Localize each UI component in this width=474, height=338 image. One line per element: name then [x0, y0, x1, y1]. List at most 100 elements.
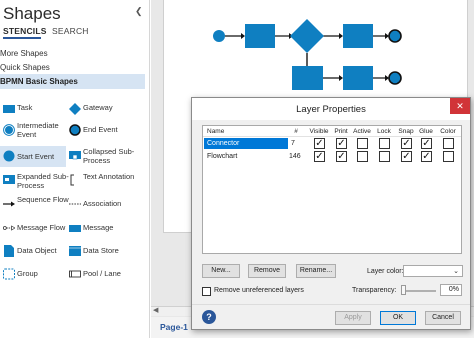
shape-collapsed-subprocess[interactable]: Collapsed Sub-Process	[66, 146, 146, 170]
diagram-end-event[interactable]	[388, 71, 402, 85]
apply-button[interactable]: Apply	[335, 311, 371, 325]
checkbox-visible-connector[interactable]: ✓	[314, 138, 325, 149]
tab-stencils[interactable]: STENCILS	[3, 26, 47, 36]
checkbox-active-flowchart[interactable]	[357, 151, 368, 162]
layer-properties-dialog: Layer Properties ✕ Name # Visible Print …	[191, 97, 471, 330]
message-flow-icon	[3, 225, 15, 231]
diagram-task[interactable]	[292, 66, 323, 90]
scroll-left-icon[interactable]: ◀	[153, 306, 158, 314]
diagram-start-event[interactable]	[213, 30, 225, 42]
dialog-title: Layer Properties	[296, 104, 366, 115]
checkbox-glue-flowchart[interactable]: ✓	[421, 151, 432, 162]
checkbox-snap-connector[interactable]: ✓	[401, 138, 412, 149]
diagram-task[interactable]	[245, 24, 275, 48]
remove-unreferenced-label: Remove unreferenced layers	[214, 287, 304, 294]
layer-name-connector[interactable]: Connector	[204, 138, 288, 149]
text-annotation-icon	[70, 174, 74, 186]
transparency-slider[interactable]	[404, 290, 436, 292]
shape-message-flow[interactable]: Message Flow	[0, 218, 66, 242]
shape-label: Text Annotation	[83, 172, 135, 181]
chevron-left-icon[interactable]: ❮	[135, 6, 143, 17]
help-icon[interactable]: ?	[202, 310, 216, 324]
end-event-icon	[69, 124, 81, 136]
page-tab[interactable]: Page-1	[160, 322, 188, 332]
shape-start-event[interactable]: Start Event	[0, 146, 66, 167]
shape-label: Start Event	[17, 152, 55, 161]
layer-color-label: Layer color:	[367, 268, 404, 275]
checkbox-print-flowchart[interactable]: ✓	[336, 151, 347, 162]
checkbox-lock-connector[interactable]	[379, 138, 390, 149]
checkbox-snap-flowchart[interactable]: ✓	[401, 151, 412, 162]
shape-intermediate-event[interactable]: Intermediate Event	[0, 120, 66, 144]
diagram-gateway[interactable]	[290, 19, 324, 53]
data-object-icon	[4, 245, 14, 257]
shape-text-annotation[interactable]: Text Annotation	[66, 171, 146, 195]
shape-data-object[interactable]: Data Object	[0, 241, 66, 265]
quick-shapes-menu[interactable]: Quick Shapes	[0, 63, 50, 72]
checkbox-visible-flowchart[interactable]: ✓	[314, 151, 325, 162]
shape-label: Task	[17, 103, 33, 112]
shape-group[interactable]: Group	[0, 264, 66, 288]
checkbox-color-connector[interactable]	[443, 138, 454, 149]
shape-label: Message	[83, 223, 114, 232]
shape-label: End Event	[83, 125, 118, 134]
shape-data-store[interactable]: Data Store	[66, 241, 146, 265]
shapes-pane: Shapes ❮ STENCILS SEARCH More Shapes Qui…	[0, 0, 150, 338]
pool-lane-icon	[69, 270, 81, 278]
shape-label: Data Object	[17, 246, 57, 255]
col-header-color: Color	[440, 128, 456, 135]
remove-unreferenced-checkbox[interactable]	[202, 287, 211, 296]
shape-sequence-flow[interactable]: Sequence Flow	[0, 194, 69, 218]
col-header-name: Name	[207, 128, 225, 135]
message-icon	[69, 225, 81, 232]
checkbox-glue-connector[interactable]: ✓	[421, 138, 432, 149]
rename-layer-button[interactable]: Rename...	[296, 264, 336, 278]
checkbox-print-connector[interactable]: ✓	[336, 138, 347, 149]
col-header-count: #	[294, 128, 298, 135]
cancel-button[interactable]: Cancel	[425, 311, 461, 325]
transparency-slider-thumb[interactable]	[401, 285, 406, 295]
expanded-subprocess-icon	[3, 175, 15, 184]
shape-label: Message Flow	[17, 223, 66, 232]
diagram-task[interactable]	[343, 24, 373, 48]
col-header-glue: Glue	[419, 128, 433, 135]
transparency-input[interactable]: 0%	[440, 284, 462, 296]
stencil-bpmn-basic-shapes[interactable]: BPMN Basic Shapes	[0, 74, 145, 89]
checkbox-color-flowchart[interactable]	[443, 151, 454, 162]
remove-layer-button[interactable]: Remove	[248, 264, 286, 278]
checkbox-active-connector[interactable]	[357, 138, 368, 149]
shape-end-event[interactable]: End Event	[66, 120, 146, 144]
sequence-flow-icon	[3, 201, 15, 207]
close-icon[interactable]: ✕	[450, 98, 470, 114]
col-header-visible: Visible	[309, 128, 329, 135]
shape-association[interactable]: Association	[66, 194, 146, 218]
shape-gateway[interactable]: Gateway	[66, 98, 146, 122]
tab-underline	[3, 37, 41, 39]
checkbox-lock-flowchart[interactable]	[379, 151, 390, 162]
dialog-titlebar[interactable]: Layer Properties ✕	[192, 98, 470, 120]
layer-table[interactable]: Name # Visible Print Active Lock Snap Gl…	[202, 125, 462, 254]
shape-label: Intermediate Event	[17, 121, 59, 139]
new-layer-button[interactable]: New...	[202, 264, 240, 278]
dialog-footer-divider	[192, 304, 470, 305]
more-shapes-menu[interactable]: More Shapes	[0, 49, 48, 58]
layer-name-flowchart[interactable]: Flowchart	[204, 151, 288, 162]
shape-label: Expanded Sub-Process	[17, 172, 69, 190]
layer-count: 146	[289, 153, 301, 160]
col-header-active: Active	[353, 128, 371, 135]
ok-button[interactable]: OK	[380, 311, 416, 325]
shape-pool-lane[interactable]: Pool / Lane	[66, 264, 146, 288]
col-header-lock: Lock	[377, 128, 391, 135]
shape-label: Association	[83, 199, 122, 208]
diagram-task[interactable]	[343, 66, 373, 90]
shape-message[interactable]: Message	[66, 218, 146, 242]
shape-expanded-subprocess[interactable]: Expanded Sub-Process	[0, 171, 69, 195]
layer-color-select[interactable]: ⌄	[403, 265, 463, 277]
diagram-end-event[interactable]	[388, 29, 402, 43]
collapsed-subprocess-icon	[69, 151, 81, 160]
tab-search[interactable]: SEARCH	[52, 26, 89, 36]
start-event-icon	[3, 150, 15, 162]
table-header-divider	[203, 136, 461, 137]
layer-count: 7	[291, 140, 295, 147]
shape-task[interactable]: Task	[0, 98, 66, 122]
